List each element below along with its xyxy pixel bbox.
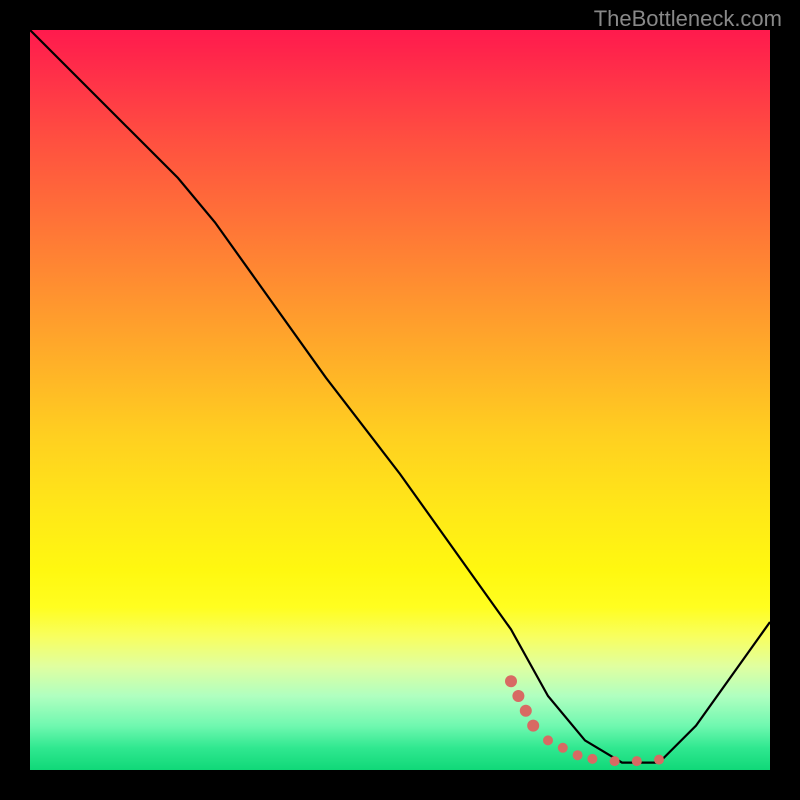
marker-dot	[632, 756, 642, 766]
marker-dot	[558, 743, 568, 753]
marker-dot	[587, 754, 597, 764]
marker-dot	[610, 756, 620, 766]
optimal-range-markers	[505, 675, 664, 766]
chart-svg	[30, 30, 770, 770]
marker-dot	[543, 735, 553, 745]
watermark-text: TheBottleneck.com	[594, 6, 782, 32]
marker-dot	[512, 690, 524, 702]
marker-dot	[520, 705, 532, 717]
marker-dot	[573, 750, 583, 760]
marker-dot	[505, 675, 517, 687]
marker-dot	[654, 755, 664, 765]
bottleneck-curve	[30, 30, 770, 763]
marker-dot	[527, 720, 539, 732]
